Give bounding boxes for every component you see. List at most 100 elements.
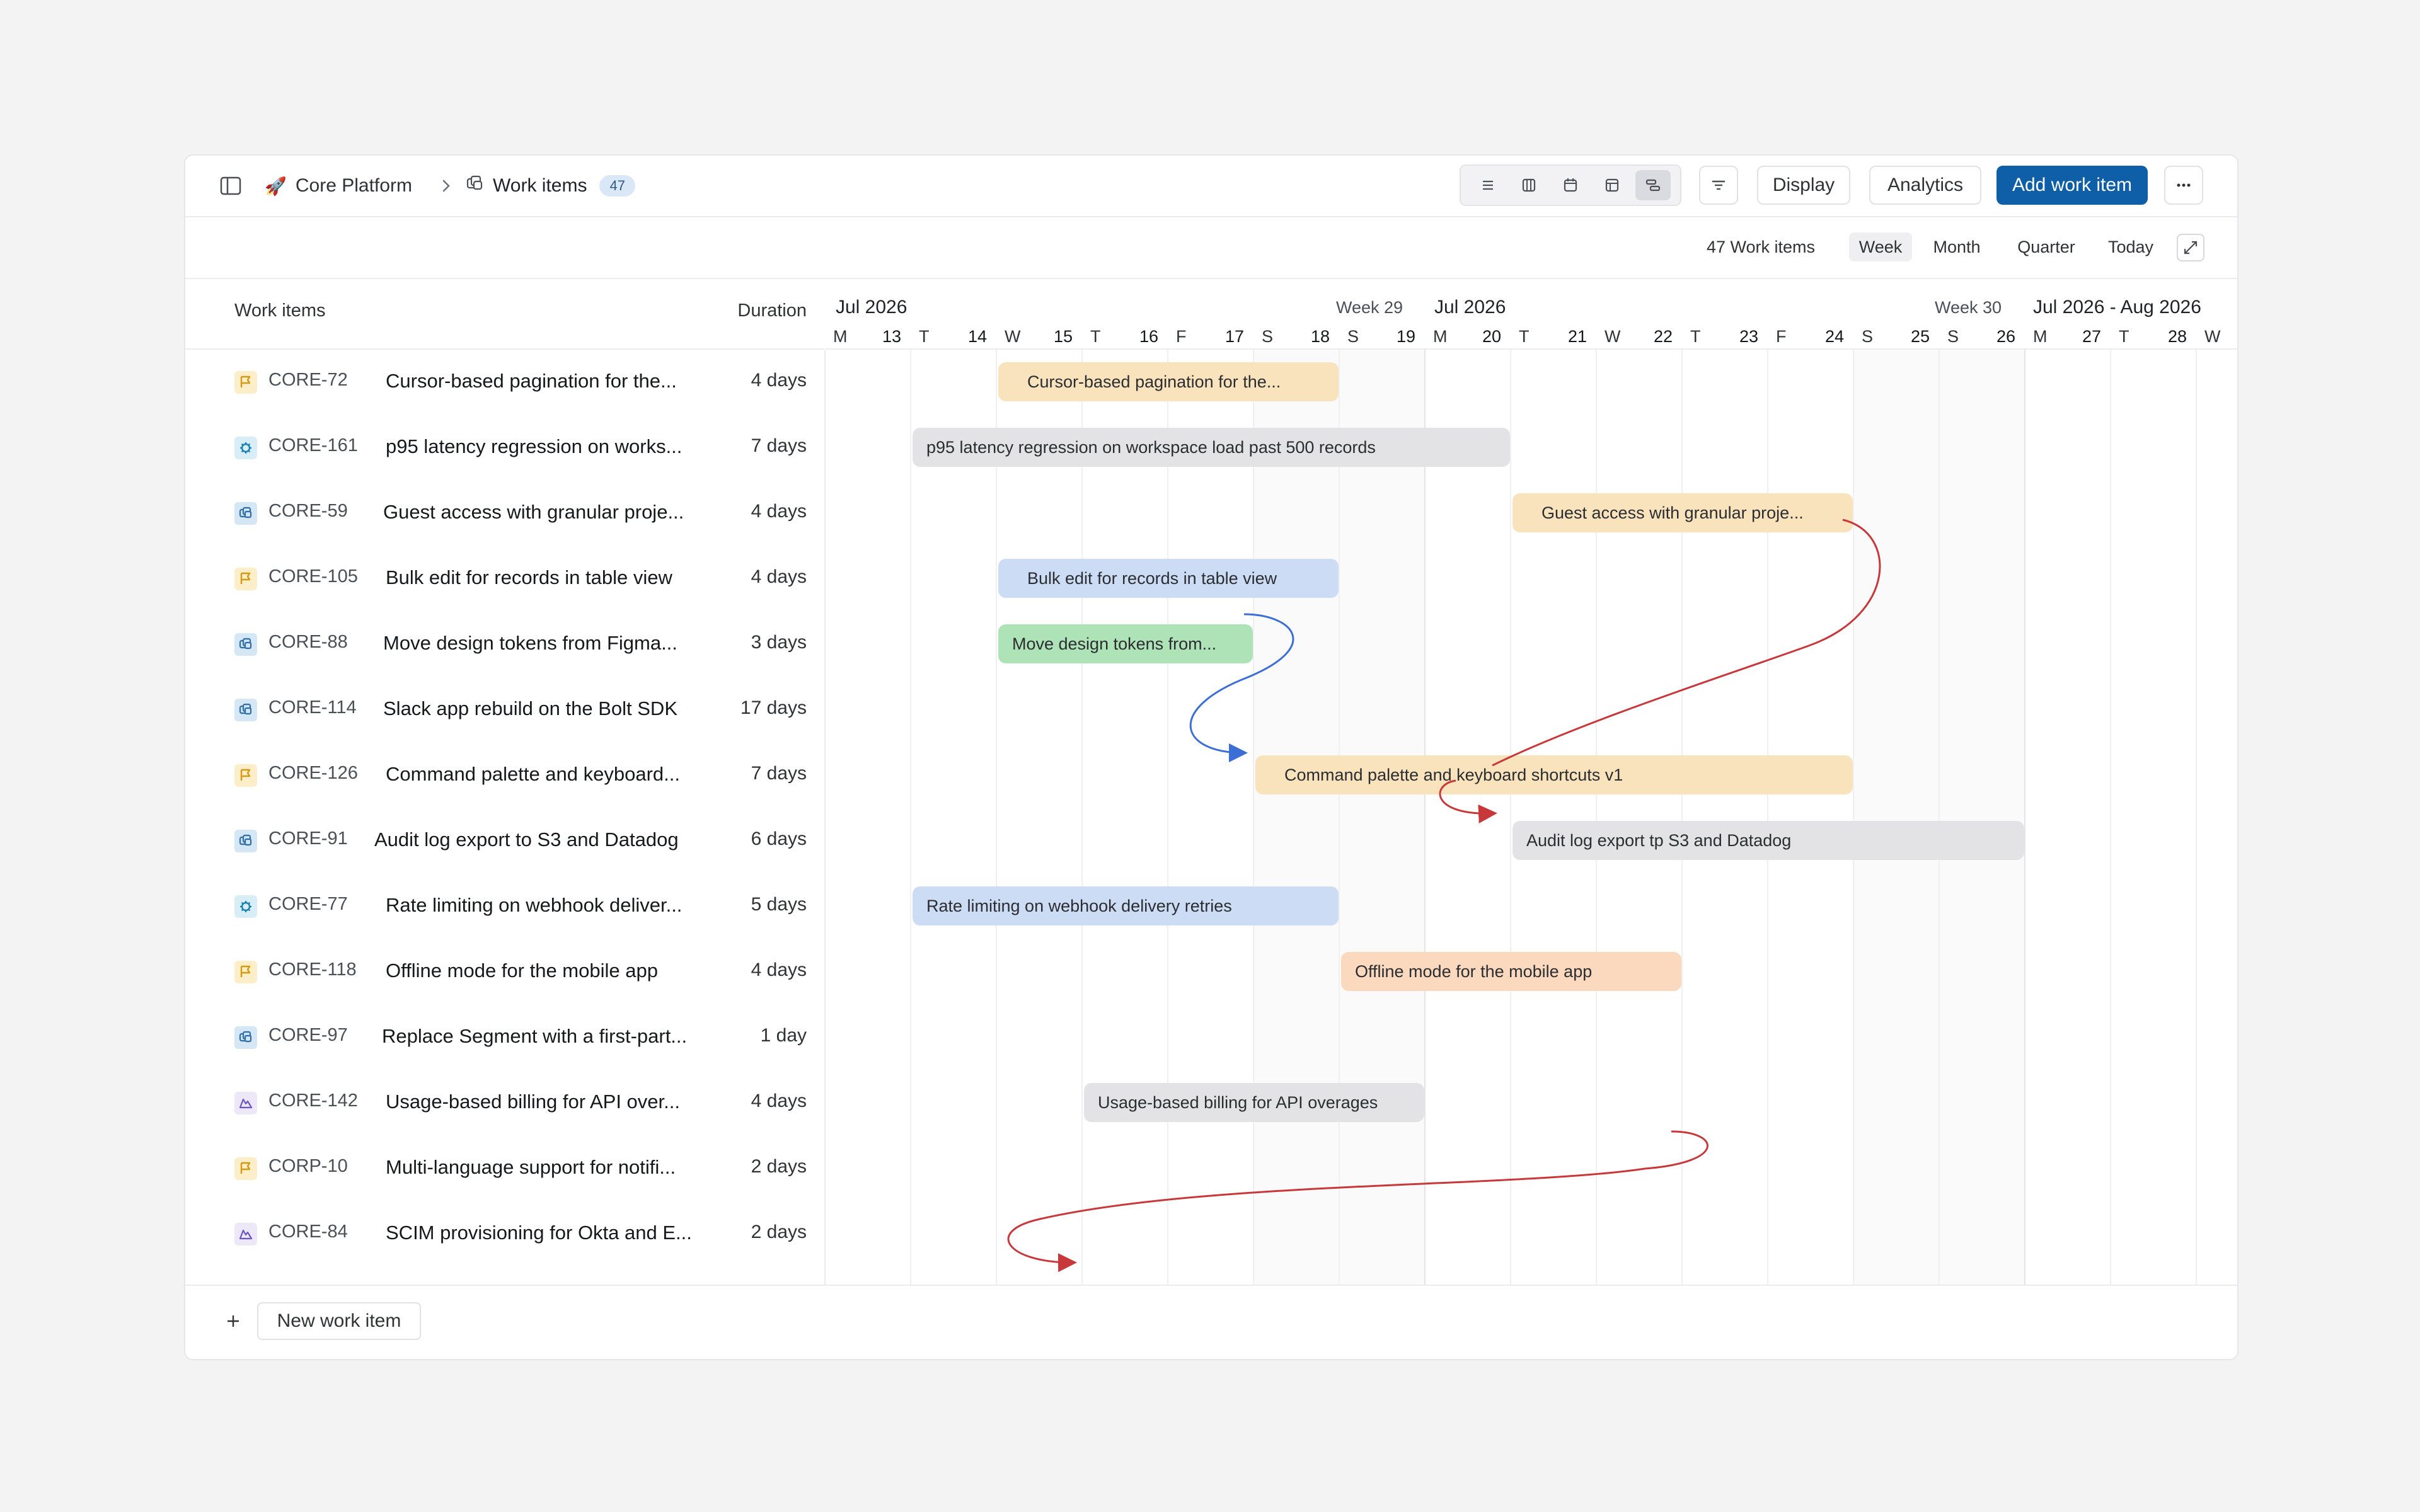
day-letter: F [1776, 327, 1787, 346]
work-item-title[interactable]: Cursor-based pagination for the... [386, 370, 677, 392]
sidebar-toggle-icon[interactable] [219, 175, 242, 197]
work-item-title[interactable]: SCIM provisioning for Okta and E... [386, 1222, 692, 1244]
day-number: 25 [1910, 327, 1930, 346]
month-label: Jul 2026 - Aug 2026 [2033, 297, 2201, 318]
table-row[interactable]: CORE-97 Replace Segment with a first-part… [185, 1005, 824, 1070]
month-label: Jul 2026 [836, 297, 908, 318]
day-letter: S [1347, 327, 1359, 346]
gantt-bar[interactable]: Bulk edit for records in table view [998, 559, 1339, 598]
story-type-icon [234, 502, 257, 525]
table-row[interactable]: CORE-88 Move design tokens from Figma... 3… [185, 612, 824, 677]
zoom-quarter-tab[interactable]: Quarter [2007, 232, 2086, 261]
work-item-title[interactable]: p95 latency regression on works... [386, 435, 682, 458]
work-item-title[interactable]: Rate limiting on webhook deliver... [386, 894, 682, 917]
filter-button[interactable] [1699, 166, 1738, 205]
table-row[interactable]: CORE-142 Usage-based billing for API over… [185, 1070, 824, 1136]
zoom-week-tab[interactable]: Week [1849, 232, 1912, 261]
zoom-month-tab[interactable]: Month [1922, 232, 1991, 261]
day-number: 21 [1567, 327, 1587, 346]
today-button[interactable]: Today [2099, 232, 2163, 261]
table-row[interactable]: CORE-161 p95 latency regression on works.… [185, 415, 824, 481]
breadcrumb-project[interactable]: 🚀 Core Platform [265, 169, 412, 202]
day-gridline [1167, 350, 1168, 1359]
day-gridline [2110, 350, 2111, 1359]
expand-button[interactable] [2177, 234, 2204, 261]
table-row[interactable]: CORE-105 Bulk edit for records in table v… [185, 546, 824, 612]
day-number: 27 [2082, 327, 2101, 346]
timeline-toolbar: 47 Work items Week Month Quarter Today [185, 217, 2237, 279]
day-gridline [1081, 350, 1083, 1359]
app-window: 🚀 Core Platform Work items 47 Display An… [184, 154, 2238, 1360]
table-row[interactable]: CORE-118 Offline mode for the mobile app 4… [185, 939, 824, 1005]
gantt-view-icon[interactable] [1635, 170, 1671, 200]
day-gridline [996, 350, 997, 1359]
work-item-title[interactable]: Bulk edit for records in table view [386, 566, 672, 589]
day-letter: S [1262, 327, 1274, 346]
work-item-title[interactable]: Usage-based billing for API over... [386, 1091, 680, 1113]
timeline-header: Jul 2026 Jul 2026 Jul 2026 - Aug 2026 Week … [826, 279, 2237, 350]
day-number: 13 [882, 327, 901, 346]
work-item-title[interactable]: Offline mode for the mobile app [386, 959, 658, 982]
story-type-icon [234, 699, 257, 721]
plus-icon[interactable] [221, 1309, 246, 1334]
gantt-bar[interactable]: p95 latency regression on workspace load… [913, 428, 1510, 467]
work-item-key: CORE-118 [268, 959, 357, 980]
week-label: Week 30 [1935, 298, 2002, 317]
work-item-title[interactable]: Replace Segment with a first-part... [382, 1025, 687, 1048]
calendar-view-icon[interactable] [1553, 170, 1588, 200]
work-item-title[interactable]: Multi-language support for notifi... [386, 1156, 676, 1179]
gantt-bar[interactable]: Usage-based billing for API overages [1084, 1083, 1424, 1122]
table-row[interactable]: CORE-126 Command palette and keyboard... 7… [185, 743, 824, 808]
work-item-key: CORE-59 [268, 501, 348, 521]
gantt-bar[interactable]: Audit log export tp S3 and Datadog [1512, 821, 2024, 860]
day-number: 19 [1396, 327, 1415, 346]
spreadsheet-view-icon[interactable] [1594, 170, 1630, 200]
work-item-key: CORE-114 [268, 697, 357, 718]
gantt-bar[interactable]: Offline mode for the mobile app [1341, 952, 1681, 991]
column-header-work-items[interactable]: Work items [234, 301, 325, 321]
work-item-title[interactable]: Slack app rebuild on the Bolt SDK [383, 697, 677, 720]
display-button[interactable]: Display [1757, 166, 1850, 205]
gantt-bar[interactable]: Cursor-based pagination for the... [998, 362, 1339, 401]
work-item-title[interactable]: Guest access with granular proje... [383, 501, 684, 524]
day-letter: S [1862, 327, 1874, 346]
work-item-duration: 3 days [751, 632, 807, 653]
work-item-key: CORE-126 [268, 763, 358, 783]
work-item-key: CORE-97 [268, 1025, 348, 1045]
breadcrumb-work-items[interactable]: Work items 47 [465, 169, 635, 202]
table-row[interactable]: CORE-91 Audit log export to S3 and Datado… [185, 808, 824, 874]
table-row[interactable]: CORP-10 Multi-language support for notifi… [185, 1136, 824, 1201]
add-work-item-button[interactable]: Add work item [1997, 166, 2148, 205]
story-type-icon [234, 633, 257, 656]
work-item-duration: 4 days [751, 566, 807, 587]
table-row[interactable]: CORE-84 SCIM provisioning for Okta and E.… [185, 1201, 824, 1267]
table-row[interactable]: CORE-59 Guest access with granular proje.… [185, 481, 824, 546]
new-work-item-button[interactable]: New work item [257, 1302, 421, 1340]
day-number: 15 [1053, 327, 1073, 346]
gantt-bar[interactable]: Rate limiting on webhook delivery retrie… [913, 886, 1339, 925]
analytics-button[interactable]: Analytics [1869, 166, 1981, 205]
work-item-title[interactable]: Audit log export to S3 and Datadog [374, 828, 679, 851]
table-row[interactable]: CORE-72 Cursor-based pagination for the..… [185, 350, 824, 415]
gantt-bar[interactable]: Command palette and keyboard shortcuts v… [1255, 755, 1853, 794]
work-item-count: 47 Work items [1706, 237, 1816, 256]
column-header-duration[interactable]: Duration [737, 301, 807, 321]
gantt-bar[interactable]: Move design tokens from... [998, 624, 1253, 663]
work-item-list: CORE-72 Cursor-based pagination for the..… [185, 350, 826, 1359]
day-letter: M [1433, 327, 1448, 346]
board-view-icon[interactable] [1511, 170, 1547, 200]
day-gridline [910, 350, 911, 1359]
feature-type-icon [234, 371, 257, 394]
day-gridline [2024, 350, 2025, 1359]
list-view-icon[interactable] [1470, 170, 1506, 200]
more-options-button[interactable] [2164, 166, 2203, 205]
day-letter: T [1519, 327, 1530, 346]
work-item-title[interactable]: Command palette and keyboard... [386, 763, 680, 786]
gantt-bar[interactable]: Guest access with granular proje... [1512, 493, 1853, 532]
table-row[interactable]: CORE-77 Rate limiting on webhook deliver.… [185, 874, 824, 939]
work-item-title[interactable]: Move design tokens from Figma... [383, 632, 677, 655]
day-letter: T [2119, 327, 2129, 346]
chevron-right-icon [436, 176, 456, 196]
table-row[interactable]: CORE-114 Slack app rebuild on the Bolt SD… [185, 677, 824, 743]
day-number: 14 [967, 327, 987, 346]
